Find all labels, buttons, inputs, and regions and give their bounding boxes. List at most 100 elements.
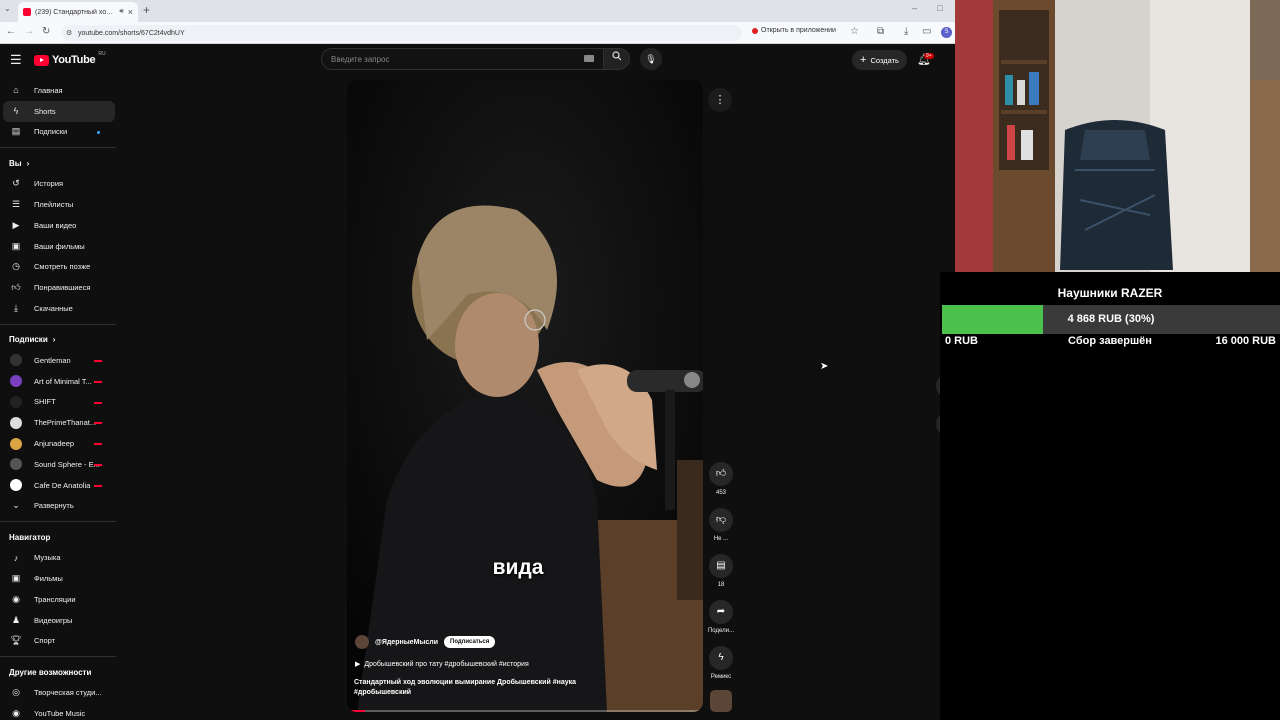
open-in-app-button[interactable]: Открыть в приложении <box>752 27 836 34</box>
share-action[interactable]: ➦ Подели... <box>704 600 738 646</box>
keyboard-icon[interactable] <box>584 55 594 62</box>
sidebar-item[interactable]: ◷ Смотреть позже <box>0 257 118 278</box>
remix-action[interactable]: ϟ Ремикс <box>704 646 738 692</box>
subscribe-button[interactable]: Подписаться <box>444 636 496 648</box>
sidebar-item[interactable]: ▶ Ваши видео <box>0 215 118 236</box>
sidebar-item[interactable]: ▣ Фильмы <box>0 568 118 589</box>
sidebar-item-label: Anjunadeep <box>34 439 75 449</box>
download-icon[interactable]: ⤓ <box>904 26 908 37</box>
forward-icon[interactable]: → <box>24 26 34 37</box>
sidebar-item-label: История <box>34 179 64 189</box>
sidebar-item[interactable]: ♟ Видеоигры <box>0 610 118 631</box>
url-field[interactable]: youtube.com/shorts/67C2t4vdhUY <box>62 25 742 41</box>
channel-avatar <box>10 375 22 388</box>
you-section-title[interactable]: Вы › <box>0 153 118 173</box>
video-description[interactable]: Стандартный ход эволюции вымирание Дробы… <box>354 678 614 698</box>
channel-avatar[interactable] <box>355 635 369 649</box>
sidebar-item[interactable]: ⤓ Скачанные <box>0 298 118 319</box>
subscriptions-title: Подписки <box>9 335 48 345</box>
sidebar-item[interactable]: ☰ Плейлисты <box>0 194 118 215</box>
music-icon: ♪ <box>13 552 19 563</box>
sidebar-item[interactable]: SHIFT <box>0 392 118 413</box>
sidebar-item[interactable]: ↺ История <box>0 173 118 194</box>
sidebar-item[interactable]: ThePrimeThanat... <box>0 412 118 433</box>
speaker-icon[interactable]: 🔊︎ <box>119 8 123 16</box>
minimize-icon[interactable]: – <box>912 3 917 13</box>
video-frame-image <box>347 80 703 712</box>
menu-icon[interactable]: ☰ <box>10 52 22 68</box>
subscriptions-section-title[interactable]: Подписки › <box>0 330 118 350</box>
sidebar-item[interactable]: ♪ Музыка <box>0 547 118 568</box>
reload-icon[interactable]: ↻ <box>42 26 50 37</box>
search-input[interactable]: Введите запрос <box>321 48 606 70</box>
sidebar: ⌂ Главная ϟ Shorts ▤ Подписки Вы › ↺ История ☰ Пл… <box>0 80 118 720</box>
close-tab-icon[interactable]: × <box>128 7 133 17</box>
youtube-logo[interactable]: YouTube RU <box>34 51 106 66</box>
sidebar-item-label: Трансляции <box>34 594 76 604</box>
shorts-video-player[interactable]: вида @ЯдерныеМысли Подписаться ▶ Дробыше… <box>347 80 703 712</box>
mic-icon: 🎙︎ <box>645 54 657 64</box>
sidebar-item[interactable]: ◉ Трансляции <box>0 589 118 610</box>
sidebar-item[interactable]: Sound Sphere - E... <box>0 454 118 475</box>
new-tab-icon[interactable]: + <box>143 3 150 17</box>
thumbs-down-icon[interactable]: 👎︎ <box>709 508 733 532</box>
share-icon[interactable]: ➦ <box>709 600 733 624</box>
divider <box>0 147 116 149</box>
sidebar-item[interactable]: Anjunadeep <box>0 433 118 454</box>
sidebar-item-label: Плейлисты <box>34 200 74 210</box>
back-icon[interactable]: ← <box>6 26 16 37</box>
expand-button[interactable]: ⌄ Развернуть <box>0 496 118 517</box>
sidebar-item[interactable]: ◎ Творческая студи... <box>0 682 118 703</box>
shorts-actions: 👍︎ 453 👎︎ Не ... ▤ 18 ➦ Подели... ϟ Реми… <box>704 462 738 692</box>
more-options-icon[interactable]: ⋮ <box>708 88 732 112</box>
dislike-action[interactable]: 👎︎ Не ... <box>704 508 738 554</box>
tab-search-icon[interactable]: ⌄ <box>4 4 11 13</box>
maximize-icon[interactable]: □ <box>937 3 942 13</box>
sidebar-item[interactable]: ◉ YouTube Music <box>0 703 118 720</box>
comments-action[interactable]: ▤ 18 <box>704 554 738 600</box>
sidebar-item[interactable]: 👍︎ Понравившиеся <box>0 277 118 298</box>
sidebar-item[interactable]: ▤ Подписки <box>0 122 118 143</box>
logo-text: YouTube <box>52 54 96 66</box>
thumbs-up-icon[interactable]: 👍︎ <box>709 462 733 486</box>
other-section-title: Другие возможности <box>9 667 92 677</box>
sidebar-item[interactable]: ϟ Shorts <box>3 100 115 122</box>
create-button[interactable]: + Создать <box>852 50 907 70</box>
gaming-icon: ♟ <box>11 614 21 625</box>
sidebar-item-label: Cafe De Anatolia <box>34 480 91 490</box>
sidebar-item-label: Творческая студи... <box>34 688 102 698</box>
new-content-dot <box>97 130 100 134</box>
sidebar-item[interactable]: 🏆︎ Спорт <box>0 631 118 652</box>
live-indicator <box>94 359 102 362</box>
comment-icon[interactable]: ▤ <box>709 554 733 578</box>
sidebar-item[interactable]: ⌂ Главная <box>0 80 118 101</box>
like-action[interactable]: 👍︎ 453 <box>704 462 738 508</box>
history-icon: ↺ <box>12 178 20 189</box>
sidebar-item[interactable]: ▣ Ваши фильмы <box>0 236 118 257</box>
related-video-link[interactable]: ▶ Дробышевский про тату #дробышевский #и… <box>355 660 529 669</box>
navigator-section-title: Навигатор <box>9 532 51 542</box>
channel-name[interactable]: @ЯдерныеМысли <box>375 639 438 646</box>
channel-row: @ЯдерныеМысли Подписаться <box>355 635 496 649</box>
sidebar-item-label: Ваши видео <box>34 220 77 230</box>
sound-thumbnail[interactable] <box>710 690 732 712</box>
profile-avatar[interactable]: S <box>941 27 952 38</box>
browser-tab[interactable]: (239) Стандартный ход эво... 🔊︎ × <box>18 2 138 22</box>
play-small-icon: ▶ <box>355 661 361 668</box>
video-progress-bar[interactable] <box>347 710 703 712</box>
sidepanel-icon[interactable]: ▭ <box>922 26 931 37</box>
search-button[interactable] <box>603 48 630 70</box>
voice-search-button[interactable]: 🎙︎ <box>640 48 662 70</box>
live-icon: ◉ <box>12 593 20 604</box>
channel-avatar <box>10 395 22 408</box>
bookmark-star-icon[interactable]: ☆ <box>850 26 859 37</box>
site-info-icon[interactable]: ⚙ <box>66 29 72 37</box>
sidebar-item[interactable]: Art of Minimal T... <box>0 371 118 392</box>
home-icon: ⌂ <box>13 85 19 96</box>
remix-icon[interactable]: ϟ <box>709 646 733 670</box>
extensions-icon[interactable]: ⧉ <box>877 26 884 37</box>
remix-label: Ремикс <box>710 674 732 680</box>
notifications-badge: 9+ <box>924 53 934 59</box>
sidebar-item[interactable]: Cafe De Anatolia <box>0 475 118 496</box>
sidebar-item[interactable]: Gentleman <box>0 350 118 371</box>
